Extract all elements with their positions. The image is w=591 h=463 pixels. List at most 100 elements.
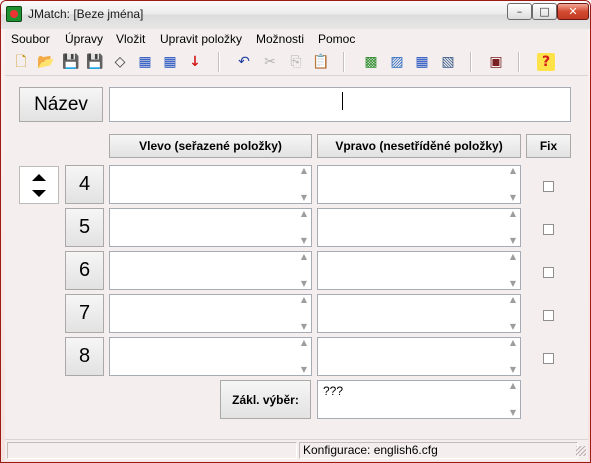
scrollbar[interactable]: ▲ ▼ — [297, 295, 311, 332]
monitor-icon[interactable]: ▣ — [487, 53, 505, 71]
scrollbar[interactable]: ▲ ▼ — [297, 209, 311, 246]
save-icon[interactable]: 💾 — [62, 53, 80, 71]
scroll-down-icon[interactable]: ▼ — [301, 322, 307, 332]
right-item-input[interactable]: ▲ ▼ — [317, 165, 521, 204]
title-input[interactable] — [109, 87, 571, 122]
fix-checkbox[interactable] — [543, 310, 554, 321]
scroll-down-icon[interactable]: ▼ — [510, 236, 516, 246]
menu-upravy[interactable]: Úpravy — [65, 32, 103, 46]
right-item-input[interactable]: ▲ ▼ — [317, 294, 521, 333]
window-title: JMatch: [Beze jména] — [28, 7, 144, 21]
resize-grip[interactable] — [576, 446, 586, 456]
menu-upravit-polozky[interactable]: Upravit položky — [160, 32, 242, 46]
row-number-button[interactable]: 5 — [65, 208, 104, 247]
fix-column-header[interactable]: Fix — [526, 134, 571, 158]
scroll-down-icon[interactable]: ▼ — [301, 193, 307, 203]
right-column-header[interactable]: Vpravo (nesetříděné položky) — [317, 134, 521, 158]
default-selection-button[interactable]: Zákl. výběr: — [220, 380, 311, 419]
scrollbar[interactable]: ▲ ▼ — [297, 166, 311, 203]
undo-icon[interactable]: ↶ — [235, 53, 253, 71]
row-scroll-buttons[interactable] — [19, 166, 59, 204]
cut-icon[interactable]: ✂ — [261, 53, 279, 71]
right-item-input[interactable]: ▲ ▼ — [317, 337, 521, 376]
menu-moznosti[interactable]: Možnosti — [256, 32, 304, 46]
text-cursor — [342, 92, 343, 110]
row-number-button[interactable]: 6 — [65, 251, 104, 290]
image-icon[interactable]: ▨ — [388, 53, 406, 71]
menu-pomoc[interactable]: Pomoc — [318, 32, 355, 46]
toolbar: 🗋 📂 💾 💾 ◇ ▦ ▦ ↓ ↶ ✂ ⎘ 📋 ▩ ▨ ▦ ▧ ▣ ? — [5, 49, 588, 76]
export-arrow-icon[interactable]: ↓ — [186, 53, 204, 71]
maximize-button[interactable]: □ — [532, 3, 557, 20]
row-number-button[interactable]: 4 — [65, 165, 104, 204]
scrollbar[interactable]: ▲ ▼ — [506, 166, 520, 203]
menu-soubor[interactable]: Soubor — [11, 32, 50, 46]
scroll-down-icon[interactable]: ▼ — [301, 279, 307, 289]
scroll-up-icon[interactable]: ▲ — [301, 166, 307, 176]
row-number-button[interactable]: 8 — [65, 337, 104, 376]
scroll-down-icon[interactable]: ▼ — [510, 408, 516, 418]
jmatch-app-icon[interactable] — [6, 6, 22, 22]
help-icon[interactable]: ? — [537, 53, 555, 71]
scroll-up-icon[interactable]: ▲ — [510, 252, 516, 262]
scroll-down-icon[interactable]: ▼ — [510, 279, 516, 289]
clear-icon[interactable]: ◇ — [111, 53, 129, 71]
right-item-input[interactable]: ▲ ▼ — [317, 208, 521, 247]
row-number-button[interactable]: 7 — [65, 294, 104, 333]
link-icon[interactable]: ▦ — [413, 53, 431, 71]
default-selection-input[interactable]: ??? ▲ ▼ — [317, 380, 521, 419]
scrollbar[interactable]: ▲ ▼ — [506, 209, 520, 246]
paste-icon[interactable]: 📋 — [312, 53, 330, 71]
up-arrow-icon[interactable] — [31, 172, 47, 182]
title-bar[interactable]: JMatch: [Beze jména] – □ ✕ — [1, 1, 590, 29]
minimize-button[interactable]: – — [507, 3, 532, 20]
scroll-up-icon[interactable]: ▲ — [510, 338, 516, 348]
fix-checkbox[interactable] — [543, 181, 554, 192]
left-item-input[interactable]: ▲ ▼ — [109, 208, 312, 247]
status-panel-empty — [7, 442, 297, 459]
status-config: Konfigurace: english6.cfg — [299, 442, 578, 459]
scrollbar[interactable]: ▲ ▼ — [297, 252, 311, 289]
left-item-input[interactable]: ▲ ▼ — [109, 251, 312, 290]
down-arrow-icon[interactable] — [31, 189, 47, 199]
menu-vlozit[interactable]: Vložit — [116, 32, 145, 46]
toolbar-separator — [343, 52, 345, 72]
close-button[interactable]: ✕ — [557, 3, 589, 20]
save-as-icon[interactable]: 💾 — [86, 53, 104, 71]
scroll-down-icon[interactable]: ▼ — [301, 365, 307, 375]
left-item-input[interactable]: ▲ ▼ — [109, 165, 312, 204]
scroll-up-icon[interactable]: ▲ — [510, 209, 516, 219]
left-column-header[interactable]: Vlevo (seřazené položky) — [109, 134, 312, 158]
web-page-icon[interactable]: ▦ — [136, 53, 154, 71]
scrollbar[interactable]: ▲ ▼ — [506, 338, 520, 375]
scroll-down-icon[interactable]: ▼ — [510, 365, 516, 375]
left-item-input[interactable]: ▲ ▼ — [109, 294, 312, 333]
scroll-down-icon[interactable]: ▼ — [510, 193, 516, 203]
scroll-up-icon[interactable]: ▲ — [301, 209, 307, 219]
scroll-up-icon[interactable]: ▲ — [510, 381, 516, 391]
scroll-up-icon[interactable]: ▲ — [301, 338, 307, 348]
scrollbar[interactable]: ▲ ▼ — [506, 381, 520, 418]
config-icon[interactable]: ▩ — [362, 53, 380, 71]
toolbar-separator — [518, 52, 520, 72]
fix-checkbox[interactable] — [543, 224, 554, 235]
scrollbar[interactable]: ▲ ▼ — [506, 252, 520, 289]
copy-icon[interactable]: ⎘ — [287, 53, 305, 71]
left-item-input[interactable]: ▲ ▼ — [109, 337, 312, 376]
drag-icon[interactable]: ▧ — [439, 53, 457, 71]
new-file-icon[interactable]: 🗋 — [12, 53, 30, 71]
scroll-up-icon[interactable]: ▲ — [510, 166, 516, 176]
scroll-up-icon[interactable]: ▲ — [510, 295, 516, 305]
title-button[interactable]: Název — [19, 87, 103, 122]
scroll-up-icon[interactable]: ▲ — [301, 252, 307, 262]
scrollbar[interactable]: ▲ ▼ — [506, 295, 520, 332]
fix-checkbox[interactable] — [543, 267, 554, 278]
scroll-up-icon[interactable]: ▲ — [301, 295, 307, 305]
fix-checkbox[interactable] — [543, 353, 554, 364]
scroll-down-icon[interactable]: ▼ — [510, 322, 516, 332]
right-item-input[interactable]: ▲ ▼ — [317, 251, 521, 290]
web-page-alt-icon[interactable]: ▦ — [161, 53, 179, 71]
open-folder-icon[interactable]: 📂 — [37, 53, 55, 71]
scroll-down-icon[interactable]: ▼ — [301, 236, 307, 246]
scrollbar[interactable]: ▲ ▼ — [297, 338, 311, 375]
